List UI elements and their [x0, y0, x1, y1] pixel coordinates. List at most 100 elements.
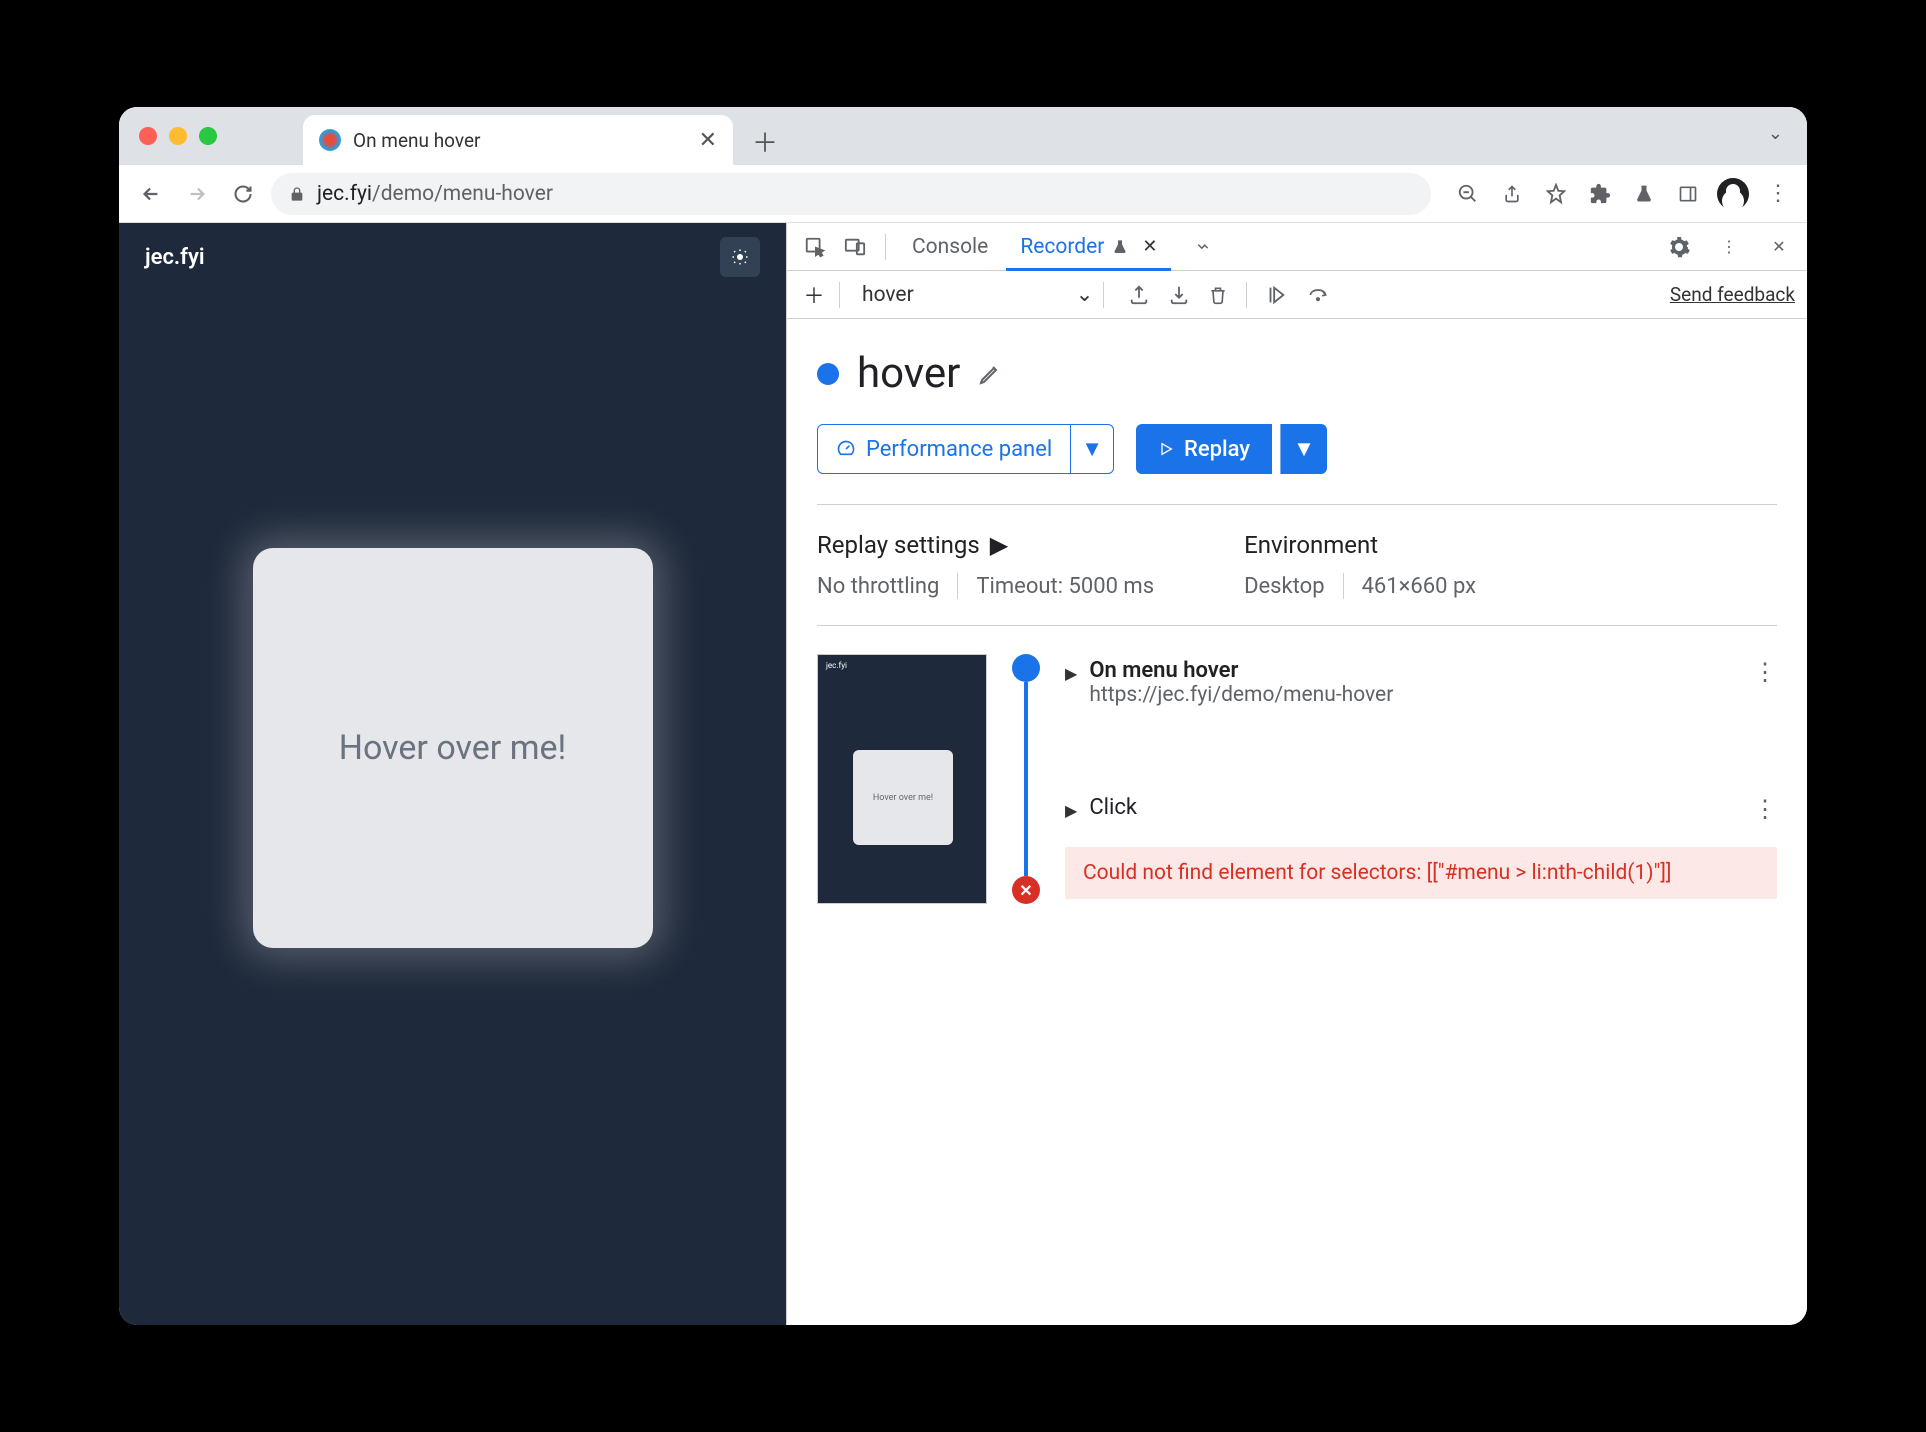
more-tabs-chevron-icon[interactable] [1185, 229, 1221, 265]
page-body: Hover over me! [119, 291, 786, 1325]
site-logo-text: jec.fyi [145, 245, 205, 270]
thumbnail-header: jec.fyi [826, 661, 847, 670]
browser-window: On menu hover ✕ ＋ ⌄ jec.fyi/demo/menu-h [119, 107, 1807, 1325]
sun-icon [731, 248, 749, 266]
export-icon[interactable] [1128, 284, 1150, 306]
step-error-message: Could not find element for selectors: [[… [1065, 847, 1777, 899]
nav-reload-button[interactable] [225, 176, 261, 212]
tab-title: On menu hover [353, 129, 480, 152]
recording-dropdown-chevron-icon[interactable]: ⌄ [1076, 282, 1094, 307]
extensions-icon[interactable] [1585, 179, 1615, 209]
send-feedback-link[interactable]: Send feedback [1670, 283, 1795, 306]
performance-panel-button[interactable]: Performance panel [817, 424, 1071, 474]
hover-card[interactable]: Hover over me! [253, 548, 653, 948]
replay-dropdown[interactable]: ▼ [1280, 424, 1327, 474]
recording-title: hover [857, 349, 960, 398]
devtools-close-icon[interactable]: ✕ [1761, 229, 1797, 265]
step-title: Click [1089, 795, 1741, 820]
step-timeline: ✕ [1009, 654, 1043, 904]
bookmark-star-icon[interactable] [1541, 179, 1571, 209]
browser-chrome: On menu hover ✕ ＋ ⌄ jec.fyi/demo/menu-h [119, 107, 1807, 223]
side-panel-icon[interactable] [1673, 179, 1703, 209]
edit-title-button[interactable] [978, 362, 1002, 386]
expand-caret-icon[interactable]: ▶ [1065, 801, 1077, 820]
replay-button[interactable]: Replay [1136, 424, 1272, 474]
url-path: /demo/menu-hover [372, 182, 553, 206]
step-title: On menu hover [1089, 658, 1741, 683]
chrome-menu-icon[interactable]: ⋮ [1763, 179, 1793, 209]
timeline-error-dot: ✕ [1012, 876, 1040, 904]
profile-avatar[interactable] [1717, 178, 1749, 210]
environment-heading: Environment [1244, 531, 1476, 559]
step-menu-icon[interactable]: ⋮ [1753, 658, 1777, 686]
step-over-icon[interactable] [1305, 285, 1331, 305]
traffic-lights [139, 127, 217, 145]
step-url: https://jec.fyi/demo/menu-hover [1089, 683, 1741, 707]
device-toggle-icon[interactable] [837, 229, 873, 265]
steps-list: ▶ On menu hover https://jec.fyi/demo/men… [1065, 654, 1777, 904]
timeline-line [1024, 682, 1028, 876]
content-area: jec.fyi Hover over me! [119, 223, 1807, 1325]
thumbnail-card: Hover over me! [853, 750, 953, 845]
browser-tab[interactable]: On menu hover ✕ [303, 115, 733, 165]
flask-icon [1112, 238, 1128, 256]
timeout-value: Timeout: 5000 ms [976, 574, 1154, 599]
throttling-value: No throttling [817, 574, 939, 599]
recording-dropdown-label[interactable]: hover [850, 283, 926, 307]
recorder-toolbar: ＋ hover ⌄ Send feedback [787, 271, 1807, 319]
settings-section: Replay settings ▶ No throttling Timeout:… [817, 504, 1777, 625]
step-thumbnail[interactable]: jec.fyi Hover over me! [817, 654, 987, 904]
address-bar: jec.fyi/demo/menu-hover ⋮ [119, 165, 1807, 223]
share-icon[interactable] [1497, 179, 1527, 209]
delete-icon[interactable] [1208, 284, 1228, 306]
window-menu-chevron[interactable]: ⌄ [1768, 123, 1783, 144]
continue-icon[interactable] [1265, 284, 1287, 306]
tab-recorder[interactable]: Recorder ✕ [1006, 223, 1171, 271]
action-buttons-row: Performance panel ▼ Replay ▼ [817, 424, 1777, 474]
inspect-element-icon[interactable] [797, 229, 833, 265]
recorder-body: hover Performance panel ▼ [787, 319, 1807, 1325]
devtools-tab-bar: Console Recorder ✕ ⋮ ✕ [787, 223, 1807, 271]
toolbar-right-icons: ⋮ [1453, 178, 1793, 210]
devtools-panel: Console Recorder ✕ ⋮ ✕ [786, 223, 1807, 1325]
hover-card-text: Hover over me! [339, 728, 567, 768]
play-icon [1158, 440, 1174, 458]
replay-settings-heading[interactable]: Replay settings ▶ [817, 531, 1154, 559]
step-menu-icon[interactable]: ⋮ [1753, 795, 1777, 823]
url-input[interactable]: jec.fyi/demo/menu-hover [271, 173, 1431, 215]
theme-toggle-button[interactable] [720, 237, 760, 277]
performance-panel-dropdown[interactable]: ▼ [1071, 424, 1114, 474]
gauge-icon [836, 439, 856, 459]
chevron-right-icon: ▶ [990, 531, 1008, 559]
viewport-value: 461×660 px [1362, 574, 1477, 599]
page-viewport: jec.fyi Hover over me! [119, 223, 786, 1325]
page-header: jec.fyi [119, 223, 786, 291]
lock-icon [289, 185, 305, 203]
recording-title-row: hover [817, 349, 1777, 398]
nav-back-button[interactable] [133, 176, 169, 212]
expand-caret-icon[interactable]: ▶ [1065, 664, 1077, 683]
import-icon[interactable] [1168, 284, 1190, 306]
devtools-menu-icon[interactable]: ⋮ [1711, 229, 1747, 265]
step-item-click[interactable]: ▶ Click ⋮ [1065, 791, 1777, 827]
window-minimize-button[interactable] [169, 127, 187, 145]
nav-forward-button[interactable] [179, 176, 215, 212]
step-item-navigate[interactable]: ▶ On menu hover https://jec.fyi/demo/men… [1065, 654, 1777, 711]
tab-close-button[interactable]: ✕ [699, 128, 717, 153]
steps-section: jec.fyi Hover over me! ✕ ▶ [817, 625, 1777, 932]
tab-console[interactable]: Console [898, 223, 1002, 271]
tab-strip: On menu hover ✕ ＋ ⌄ [119, 107, 1807, 165]
url-domain: jec.fyi [317, 182, 372, 206]
tab-close-icon[interactable]: ✕ [1142, 236, 1157, 257]
labs-flask-icon[interactable] [1629, 179, 1659, 209]
window-close-button[interactable] [139, 127, 157, 145]
window-maximize-button[interactable] [199, 127, 217, 145]
settings-gear-icon[interactable] [1661, 229, 1697, 265]
zoom-icon[interactable] [1453, 179, 1483, 209]
tab-favicon [319, 129, 341, 151]
new-recording-button[interactable]: ＋ [799, 280, 829, 310]
recording-status-dot [817, 363, 839, 385]
new-tab-button[interactable]: ＋ [745, 121, 785, 161]
device-value: Desktop [1244, 574, 1325, 599]
timeline-start-dot [1012, 654, 1040, 682]
